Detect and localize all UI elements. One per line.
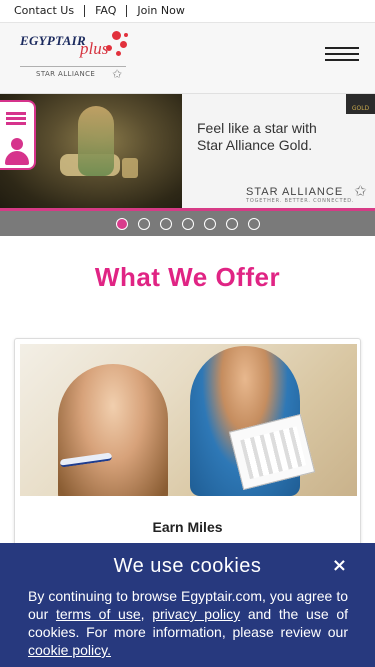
site-header: EGYPTAIR plus STAR ALLIANCE ✩ (0, 22, 375, 94)
user-icon[interactable] (4, 138, 30, 166)
logo-brand-text: EGYPTAIR (20, 33, 86, 48)
join-now-link[interactable]: Join Now (127, 5, 194, 17)
top-links-bar: Contact Us FAQ Join Now (0, 0, 375, 22)
gold-badge: GOLD (346, 94, 375, 114)
terms-of-use-link[interactable]: terms of use (56, 606, 141, 622)
section-title: What We Offer (94, 262, 281, 292)
carousel-dot[interactable] (159, 217, 172, 230)
egyptair-plus-logo[interactable]: EGYPTAIR plus STAR ALLIANCE ✩ (20, 29, 130, 85)
side-menu-icon[interactable] (6, 112, 26, 126)
star-alliance-star-icon: ✩ (354, 182, 367, 200)
carousel-dot[interactable] (115, 217, 128, 230)
carousel-dot[interactable] (181, 217, 194, 230)
cookie-banner-text: By continuing to browse Egyptair.com, yo… (28, 588, 349, 658)
carousel-tagline: Feel like a star with Star Alliance Gold… (197, 120, 317, 153)
offer-card-image (20, 344, 357, 496)
carousel-dot[interactable] (247, 217, 260, 230)
logo-plus-text: plus (80, 39, 109, 58)
cookie-policy-link[interactable]: cookie policy. (28, 642, 111, 658)
star-alliance-star-icon: ✩ (112, 67, 123, 81)
side-login-tab[interactable] (0, 100, 36, 170)
logo-divider (20, 66, 126, 67)
faq-link[interactable]: FAQ (85, 5, 128, 17)
offer-card-title: Earn Miles (152, 519, 223, 535)
cookie-banner-title: We use cookies (113, 555, 262, 577)
hero-carousel[interactable]: GOLD Feel like a star with Star Alliance… (0, 94, 375, 236)
carousel-dot[interactable] (225, 217, 238, 230)
carousel-dot[interactable] (203, 217, 216, 230)
star-alliance-slogan: TOGETHER. BETTER. CONNECTED. (246, 198, 355, 204)
contact-us-link[interactable]: Contact Us (14, 5, 86, 17)
privacy-policy-link[interactable]: privacy policy (152, 606, 240, 622)
cookie-banner: We use cookies × By continuing to browse… (0, 543, 375, 667)
star-alliance-logo-text: STAR ALLIANCE (246, 186, 344, 198)
logo-alliance-text: STAR ALLIANCE (36, 70, 96, 78)
close-icon[interactable]: × (332, 555, 347, 576)
carousel-slide-text-area: GOLD Feel like a star with Star Alliance… (182, 94, 375, 210)
hamburger-menu-button[interactable] (325, 45, 361, 65)
carousel-pagination (0, 211, 375, 236)
offer-card[interactable]: Earn Miles (14, 338, 361, 568)
carousel-dot[interactable] (137, 217, 150, 230)
